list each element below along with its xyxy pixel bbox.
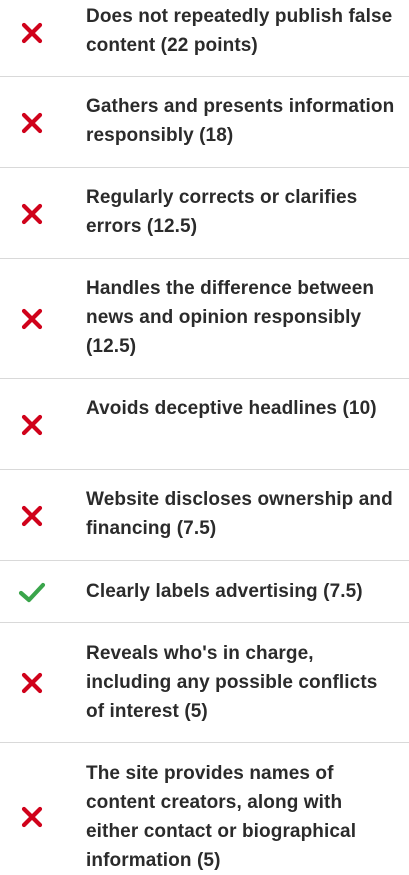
x-icon [21, 203, 43, 225]
criterion-row: Avoids deceptive headlines (10) [0, 379, 409, 470]
criterion-label: Does not repeatedly publish false conten… [86, 6, 393, 56]
criterion-label: Avoids deceptive headlines (10) [86, 398, 377, 419]
criterion-label: Gathers and presents information respons… [86, 96, 395, 146]
criterion-label: Handles the difference between news and … [86, 278, 375, 357]
criterion-label: Reveals who's in charge, including any p… [86, 643, 378, 722]
x-icon [21, 672, 43, 694]
criterion-row: Website discloses ownership and financin… [0, 470, 409, 561]
criterion-row: Clearly labels advertising (7.5) [0, 561, 409, 623]
criterion-label: The site provides names of content creat… [86, 763, 357, 871]
criterion-row: The site provides names of content creat… [0, 743, 409, 871]
x-icon [21, 308, 43, 330]
criterion-label: Website discloses ownership and financin… [86, 489, 393, 539]
check-icon [18, 582, 46, 603]
criterion-row: Reveals who's in charge, including any p… [0, 623, 409, 743]
criterion-label: Regularly corrects or clarifies errors (… [86, 187, 358, 237]
x-icon [21, 806, 43, 828]
criterion-label: Clearly labels advertising (7.5) [86, 581, 363, 602]
criterion-row: Does not repeatedly publish false conten… [0, 0, 409, 77]
criterion-row: Regularly corrects or clarifies errors (… [0, 168, 409, 259]
criterion-row: Handles the difference between news and … [0, 259, 409, 379]
x-icon [21, 505, 43, 527]
x-icon [21, 414, 43, 436]
x-icon [21, 112, 43, 134]
criterion-row: Gathers and presents information respons… [0, 77, 409, 168]
criteria-list: Does not repeatedly publish false conten… [0, 0, 409, 871]
x-icon [21, 22, 43, 44]
